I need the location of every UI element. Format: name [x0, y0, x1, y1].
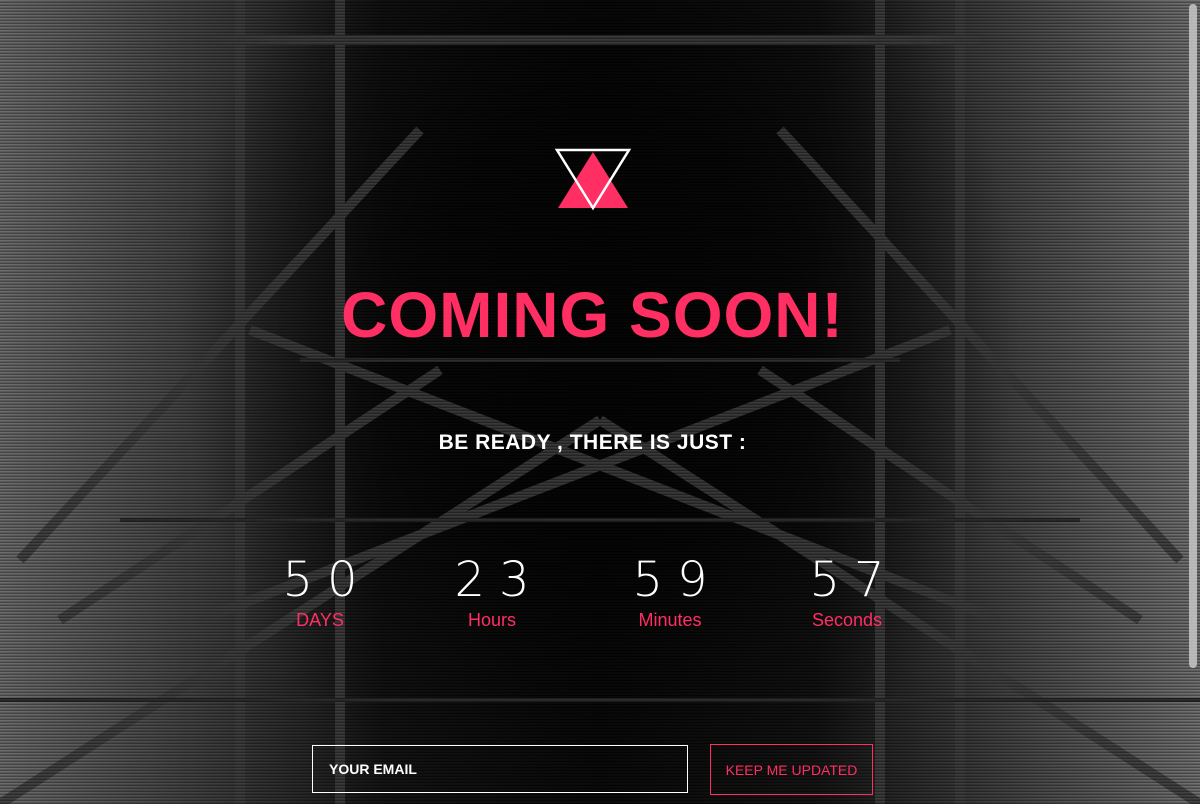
days-value: 50	[282, 552, 372, 608]
seconds-value: 57	[809, 552, 899, 608]
countdown-timer: 50 DAYS 23 Hours 59 Minutes 57 Seconds	[0, 552, 1200, 642]
countdown-seconds: 57 Seconds	[777, 552, 917, 631]
truss-illustration	[0, 0, 1200, 804]
email-input[interactable]	[312, 745, 688, 793]
subtitle: BE READY , THERE IS JUST :	[438, 431, 747, 454]
countdown-hours: 23 Hours	[422, 552, 562, 631]
countdown-minutes: 59 Minutes	[600, 552, 740, 631]
background-image	[0, 0, 1200, 804]
keep-me-updated-button[interactable]: KEEP ME UPDATED	[710, 744, 873, 795]
page-viewport: COMING SOON! BE READY , THERE IS JUST : …	[0, 0, 1200, 804]
days-label: DAYS	[296, 610, 344, 630]
seconds-label: Seconds	[811, 610, 883, 630]
countdown-days: 50 DAYS	[250, 552, 390, 631]
hours-label: Hours	[467, 610, 516, 630]
hours-value: 23	[454, 552, 544, 608]
minutes-label: Minutes	[638, 610, 702, 630]
page-title: COMING SOON!	[341, 279, 844, 351]
triangle-logo-icon	[554, 148, 632, 212]
minutes-value: 59	[632, 552, 722, 608]
